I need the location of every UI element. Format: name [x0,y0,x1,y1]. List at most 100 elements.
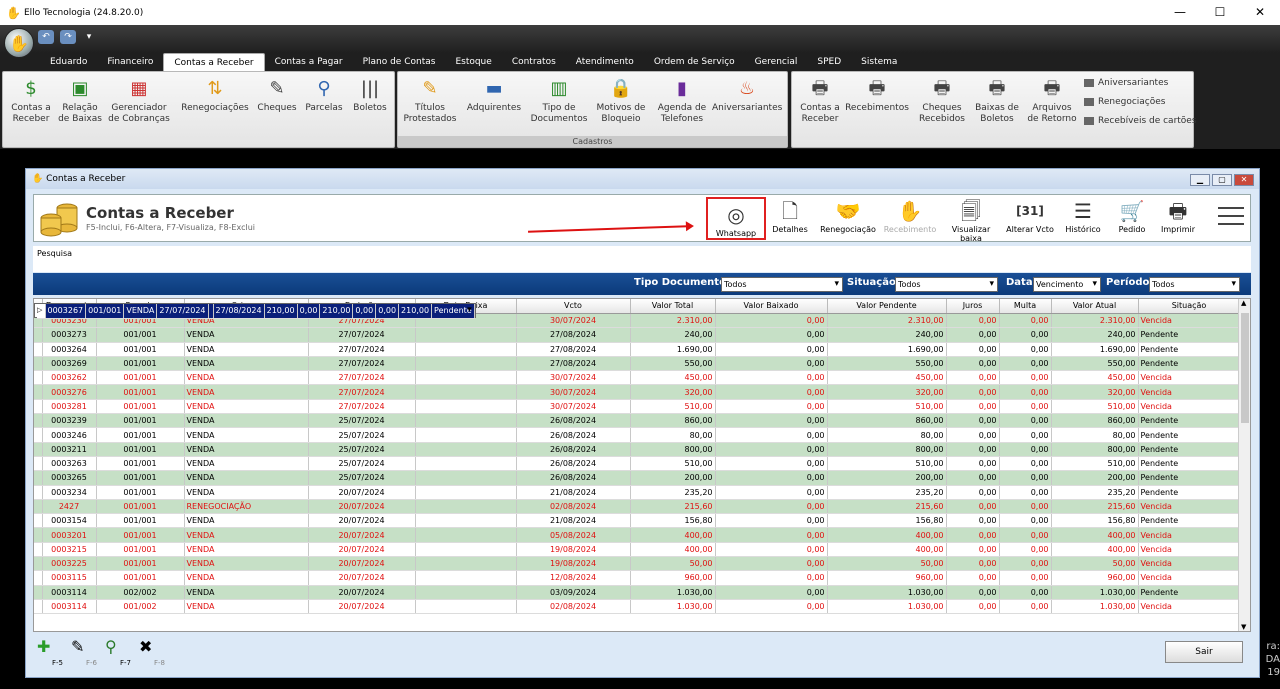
ribbon-button-rela-o-de-baixas[interactable]: ▣ Relação de Baixas [55,78,105,125]
imprimir-button[interactable]: 🖶 Imprimir [1158,195,1198,242]
ribbon-button-contas-a-receber[interactable]: $ Contas a Receber [5,78,57,125]
whatsapp-button[interactable]: ◎ Whatsapp [706,197,766,240]
ribbon-button-recebimentos[interactable]: 🖶 Recebimentos [844,78,910,114]
vertical-scrollbar[interactable]: ▲ ▼ [1238,299,1250,631]
historico-button[interactable]: ☰ Histórico [1062,195,1104,242]
ribbon-button-agenda-de-telefones[interactable]: ▮ Agenda de Telefones [652,78,712,125]
table-cell: 0003273 [42,327,97,343]
detalhes-button[interactable]: 🗋 Detalhes [768,195,812,242]
ribbon-small-aniversariantes[interactable]: Aniversariantes [1084,78,1168,88]
ribbon-button-contas-a-receber[interactable]: 🖶 Contas a Receber [794,78,846,125]
column-header-juros[interactable]: Juros [946,299,1000,314]
tab-gerencial[interactable]: Gerencial [745,53,808,71]
tab-contratos[interactable]: Contratos [502,53,566,71]
table-row[interactable]: 0003114 001/002 VENDA 20/07/2024 02/08/2024 1… [34,599,1241,615]
table-cell: 1.690,00 [1051,342,1139,357]
table-row[interactable]: ▷ 0003267 001/001 VENDA 27/07/2024 27/08/2024… [34,303,476,319]
tab-sistema[interactable]: Sistema [851,53,907,71]
ribbon-button-gerenciador-de-cobran-as[interactable]: ▦ Gerenciador de Cobranças [107,78,171,125]
situacao-select[interactable]: Todos [895,277,998,292]
table-row[interactable]: 0003263 001/001 VENDA 25/07/2024 26/08/2024 5… [34,456,1241,472]
table-row[interactable]: 0003215 001/001 VENDA 20/07/2024 19/08/2024 4… [34,542,1241,558]
table-row[interactable]: 0003234 001/001 VENDA 20/07/2024 21/08/2024 2… [34,485,1241,500]
table-row[interactable]: 0003281 001/001 VENDA 27/07/2024 30/07/2024 5… [34,399,1241,415]
ribbon-button-cheques-recebidos[interactable]: 🖶 Cheques Recebidos [916,78,968,125]
column-header-valor-pendente[interactable]: Valor Pendente [827,299,947,314]
tab-ordem-de-servi-o[interactable]: Ordem de Serviço [644,53,745,71]
table-row[interactable]: 0003276 001/001 VENDA 27/07/2024 30/07/2024 3… [34,384,1241,400]
maximize-button[interactable]: ☐ [1200,0,1240,25]
ribbon-button-t-tulos-protestados[interactable]: ✎ Títulos Protestados [400,78,460,125]
renegociacao-button[interactable]: 🤝 Renegociação [818,195,878,242]
periodo-select[interactable]: Todos [1149,277,1240,292]
redo-icon[interactable]: ↷ [60,30,76,44]
undo-icon[interactable]: ↶ [38,30,54,44]
qat-dropdown-icon[interactable]: ▾ [84,30,94,44]
search-panel[interactable]: Pesquisa [33,246,1251,272]
column-header-multa[interactable]: Multa [999,299,1052,314]
pedido-button[interactable]: 🛒 Pedido [1112,195,1152,242]
tab-estoque[interactable]: Estoque [445,53,501,71]
ribbon-button-motivos-de-bloqueio[interactable]: 🔒 Motivos de Bloqueio [592,78,650,125]
ribbon-button-parcelas[interactable]: ⚲ Parcelas [303,78,345,114]
ribbon-button-boletos[interactable]: ||| Boletos [347,78,393,114]
tab-contas-a-receber[interactable]: Contas a Receber [163,53,265,71]
table-row[interactable]: 0003115 001/001 VENDA 20/07/2024 12/08/2024 9… [34,570,1241,586]
menu-hamburger-icon[interactable] [1218,207,1244,227]
f6-edit-button[interactable]: ✎ F-6 [71,639,101,668]
table-row[interactable]: 0003269 001/001 VENDA 27/07/2024 27/08/2024 5… [34,356,1241,372]
ribbon-button-tipo-de-documentos[interactable]: ▥ Tipo de Documentos [528,78,590,125]
data-select[interactable]: Vencimento [1033,277,1101,292]
tab-financeiro[interactable]: Financeiro [97,53,163,71]
tipo-documento-select[interactable]: Todos [721,277,843,292]
table-row[interactable]: 0003201 001/001 VENDA 20/07/2024 05/08/2024 4… [34,527,1241,543]
tab-contas-a-pagar[interactable]: Contas a Pagar [265,53,353,71]
mdi-restore-button[interactable]: ▢ [1212,174,1232,186]
app-menu-orb-icon[interactable]: ✋ [4,28,34,58]
table-row[interactable]: 0003273 001/001 VENDA 27/07/2024 27/08/2024 2… [34,327,1241,343]
table-row[interactable]: 0003246 001/001 VENDA 25/07/2024 26/08/2024 8… [34,427,1241,443]
ribbon-button-cheques[interactable]: ✎ Cheques [255,78,299,114]
scroll-down-icon[interactable]: ▼ [1241,623,1246,631]
column-header-valor-total[interactable]: Valor Total [630,299,716,314]
visualizar-baixa-button[interactable]: 🗐 Visualizar baixa [940,195,1002,243]
f7-view-button[interactable]: ⚲ F-7 [105,639,135,668]
column-header-vcto[interactable]: Vcto [516,299,631,314]
table-row[interactable]: 0003211 001/001 VENDA 25/07/2024 26/08/2024 8… [34,442,1241,457]
mdi-close-button[interactable]: ✕ [1234,174,1254,186]
ribbon-button-arquivos-de-retorno[interactable]: 🖶 Arquivos de Retorno [1024,78,1080,125]
column-header-situa-o[interactable]: Situação [1138,299,1241,314]
f5-add-button[interactable]: ✚ F-5 [37,639,67,668]
mdi-minimize-button[interactable]: ▁ [1190,174,1210,186]
recebimento-button[interactable]: ✋ Recebimento [882,195,938,242]
tab-plano-de-contas[interactable]: Plano de Contas [353,53,446,71]
table-row[interactable]: 0003114 002/002 VENDA 20/07/2024 03/09/2024 1… [34,585,1241,600]
table-row[interactable]: 0003225 001/001 VENDA 20/07/2024 19/08/2024 5… [34,556,1241,572]
minimize-button[interactable]: — [1160,0,1200,25]
alterar-vcto-button[interactable]: [31] Alterar Vcto [1006,195,1054,242]
table-cell: 001/001 [96,384,185,400]
ribbon-button-baixas-de-boletos[interactable]: 🖶 Baixas de Boletos [972,78,1022,125]
f8-delete-button[interactable]: ✖ F-8 [139,639,169,668]
table-row[interactable]: 0003154 001/001 VENDA 20/07/2024 21/08/2024 1… [34,513,1241,529]
tab-sped[interactable]: SPED [807,53,851,71]
table-row[interactable]: 0003264 001/001 VENDA 27/07/2024 27/08/2024 1… [34,342,1241,357]
sair-button[interactable]: Sair [1165,641,1243,663]
ribbon-small-receb-veis-de-cart-es[interactable]: Recebíveis de cartões [1084,116,1197,126]
scroll-thumb[interactable] [1241,313,1249,423]
column-header-valor-atual[interactable]: Valor Atual [1051,299,1139,314]
table-row[interactable]: 0003239 001/001 VENDA 25/07/2024 26/08/2024 8… [34,413,1241,429]
column-header-valor-baixado[interactable]: Valor Baixado [715,299,828,314]
contas-receber-table[interactable]: DocumentoParcelaOrigemEmissãoData BaixaV… [33,298,1251,632]
ribbon-button-adquirentes[interactable]: ▬ Adquirentes [464,78,524,114]
table-row[interactable]: 0003262 001/001 VENDA 27/07/2024 30/07/2024 4… [34,370,1241,386]
table-row[interactable]: 0003265 001/001 VENDA 25/07/2024 26/08/2024 2… [34,470,1241,486]
ribbon-button-aniversariantes[interactable]: ♨ Aniversariantes [712,78,782,114]
ribbon-small-renegocia-es[interactable]: Renegociações [1084,97,1166,107]
tab-atendimento[interactable]: Atendimento [566,53,644,71]
table-row[interactable]: 2427 001/001 RENEGOCIAÇÃO 20/07/2024 02/08/2… [34,499,1241,515]
tab-eduardo[interactable]: Eduardo [40,53,97,71]
ribbon-button-renegocia-es[interactable]: ⇅ Renegociações [179,78,251,114]
scroll-up-icon[interactable]: ▲ [1241,299,1246,307]
close-button[interactable]: ✕ [1240,0,1280,25]
